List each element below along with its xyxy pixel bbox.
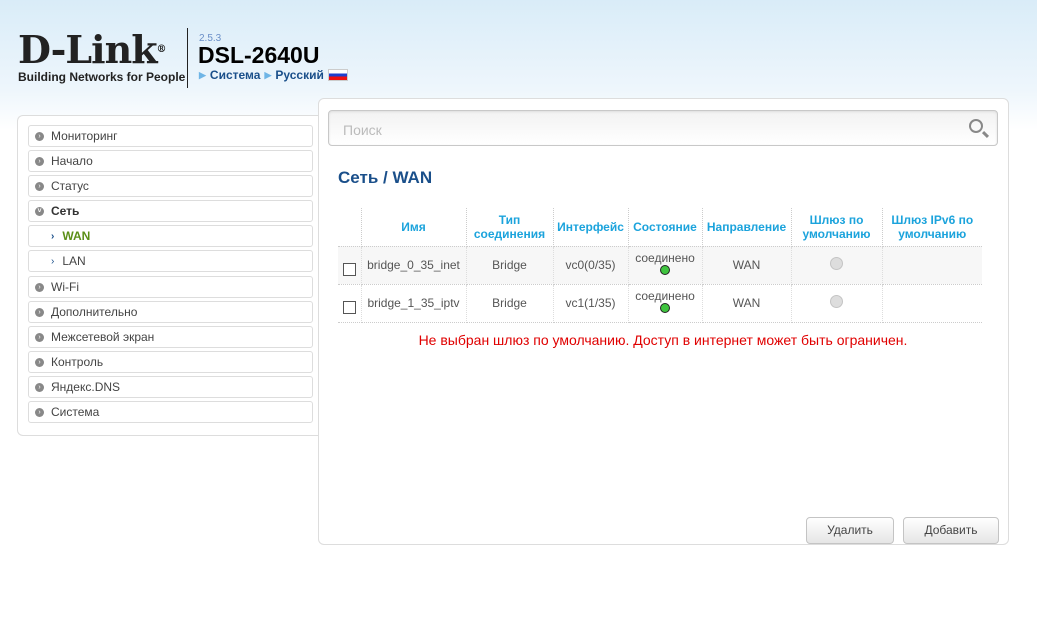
column-header: Тип соединения xyxy=(466,208,554,247)
label: Сеть xyxy=(51,204,80,218)
search-icon[interactable] xyxy=(969,119,983,133)
delete-button[interactable]: Удалить xyxy=(806,517,894,544)
chevron-right-icon: › xyxy=(35,307,44,317)
row-checkbox[interactable] xyxy=(342,263,356,276)
chevron-right-icon: › xyxy=(51,230,55,242)
default-gateway-radio[interactable] xyxy=(830,257,843,270)
label: LAN xyxy=(62,254,86,268)
label: Дополнительно xyxy=(51,305,138,319)
direction: WAN xyxy=(702,246,792,285)
interface: vc0(0/35) xyxy=(553,246,629,285)
column-header: Состояние xyxy=(628,208,703,247)
search-input[interactable]: Поиск xyxy=(328,110,998,146)
header-divider xyxy=(187,28,188,88)
connection-name[interactable]: bridge_1_35_iptv xyxy=(361,284,467,323)
label: Контроль xyxy=(51,355,104,369)
label: Система xyxy=(51,405,100,419)
table-row[interactable]: bridge_1_35_iptv Bridge vc1(1/35) соедин… xyxy=(338,284,982,323)
column-header: Направление xyxy=(702,208,792,247)
direction: WAN xyxy=(702,284,792,323)
table-header: Имя Тип соединения Интерфейс Состояние Н… xyxy=(338,208,982,247)
sidebar-item-control[interactable]: › Контроль xyxy=(28,351,313,373)
system-menu-link[interactable]: Система xyxy=(210,68,261,82)
label: Межсетевой экран xyxy=(51,330,155,344)
chevron-right-icon: › xyxy=(35,407,44,417)
sidebar-item-advanced[interactable]: › Дополнительно xyxy=(28,301,313,323)
label: Статус xyxy=(51,179,89,193)
select-column xyxy=(338,208,362,247)
sidebar-item-start[interactable]: › Начало xyxy=(28,150,313,172)
label: WAN xyxy=(62,229,91,243)
chevron-right-icon: › xyxy=(35,357,44,367)
row-checkbox[interactable] xyxy=(342,301,356,314)
sidebar-item-yandex-dns[interactable]: › Яндекс.DNS xyxy=(28,376,313,398)
page-title: Сеть / WAN xyxy=(338,168,433,187)
chevron-down-icon: ˅ xyxy=(35,206,44,216)
connection-type: Bridge xyxy=(466,284,554,323)
gateway-warning: Не выбран шлюз по умолчанию. Доступ в ин… xyxy=(418,332,908,348)
header-menu: ▶ Система ▶ Русский xyxy=(199,68,348,82)
triangle-icon: ▶ xyxy=(199,69,206,80)
state-text: соединено xyxy=(635,289,695,303)
dlink-logo: D-Link® Building Networks for People xyxy=(18,27,186,85)
label: Мониторинг xyxy=(51,129,118,143)
sidebar-item-lan[interactable]: › LAN xyxy=(28,250,313,272)
column-header: Имя xyxy=(361,208,467,247)
chevron-right-icon: › xyxy=(51,255,55,267)
search-placeholder: Поиск xyxy=(343,122,382,138)
chevron-right-icon: › xyxy=(35,282,44,292)
sidebar-item-wan[interactable]: › WAN xyxy=(28,225,313,247)
label: Начало xyxy=(51,154,93,168)
column-header: Шлюз по умолчанию xyxy=(791,208,883,247)
tagline: Building Networks for People xyxy=(18,70,186,84)
chevron-right-icon: › xyxy=(35,131,44,141)
column-header: Шлюз IPv6 по умолчанию xyxy=(882,208,982,247)
connection-name[interactable]: bridge_0_35_inet xyxy=(361,246,467,285)
ipv6-gateway-cell xyxy=(882,284,982,323)
chevron-right-icon: › xyxy=(35,156,44,166)
sidebar-item-wifi[interactable]: › Wi-Fi xyxy=(28,276,313,298)
column-header: Интерфейс xyxy=(553,208,629,247)
label: Яндекс.DNS xyxy=(51,380,121,394)
chevron-right-icon: › xyxy=(35,332,44,342)
sidebar-item-network[interactable]: ˅ Сеть xyxy=(28,200,313,222)
status-connected-icon xyxy=(660,265,670,275)
triangle-icon: ▶ xyxy=(264,69,272,80)
ipv6-gateway-cell xyxy=(882,246,982,285)
sidebar-item-firewall[interactable]: › Межсетевой экран xyxy=(28,326,313,348)
sidebar-item-status[interactable]: › Статус xyxy=(28,175,313,197)
chevron-right-icon: › xyxy=(35,382,44,392)
device-model: DSL-2640U xyxy=(198,42,320,68)
brand-name: D-Link xyxy=(18,27,158,72)
sidebar-item-monitoring[interactable]: › Мониторинг xyxy=(28,125,313,147)
wan-table: Имя Тип соединения Интерфейс Состояние Н… xyxy=(338,208,982,323)
table-row[interactable]: bridge_0_35_inet Bridge vc0(0/35) соедин… xyxy=(338,246,982,285)
sidebar-item-system[interactable]: › Система xyxy=(28,401,313,423)
add-button[interactable]: Добавить xyxy=(903,517,999,544)
label: Wi-Fi xyxy=(51,280,79,294)
state-text: соединено xyxy=(635,251,695,265)
interface: vc1(1/35) xyxy=(553,284,629,323)
language-menu-link[interactable]: Русский xyxy=(275,68,324,82)
default-gateway-radio[interactable] xyxy=(830,295,843,308)
connection-type: Bridge xyxy=(466,246,554,285)
russia-flag-icon xyxy=(327,69,348,81)
chevron-right-icon: › xyxy=(35,181,44,191)
status-connected-icon xyxy=(660,303,670,313)
